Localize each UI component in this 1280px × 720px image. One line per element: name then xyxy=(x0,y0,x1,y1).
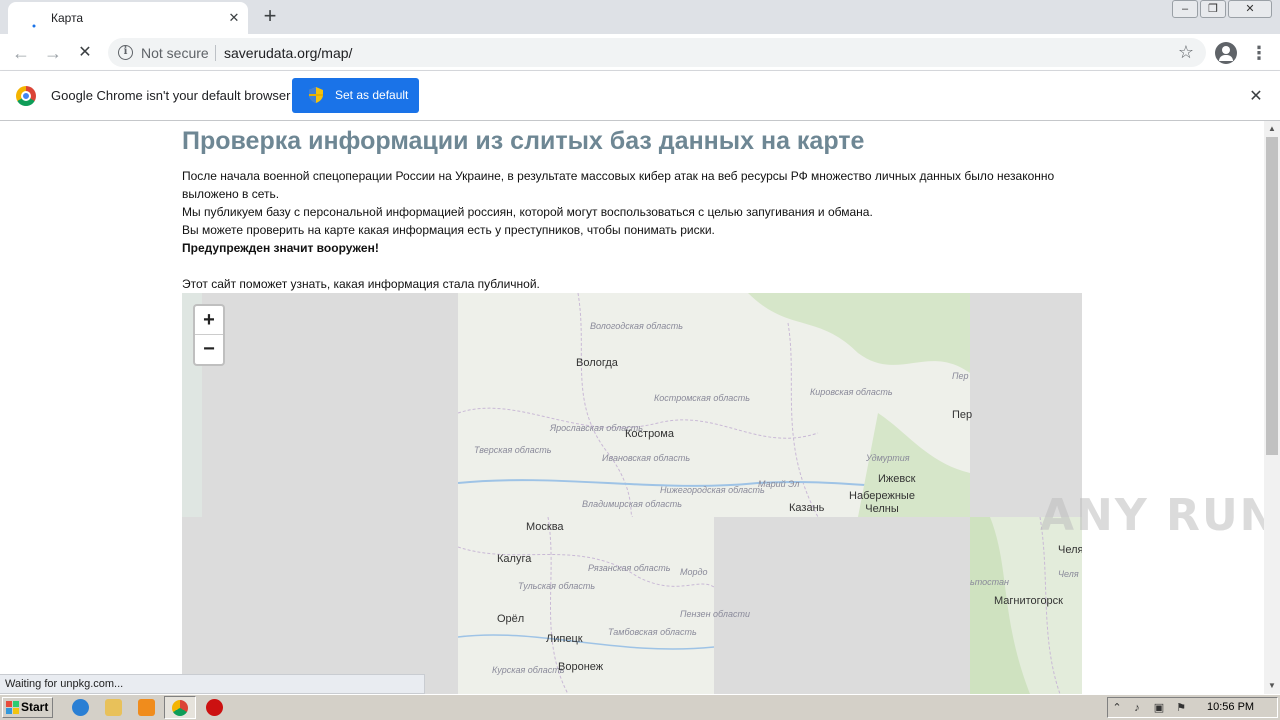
map-region-label: Тверская область xyxy=(474,445,552,455)
set-as-default-label: Set as default xyxy=(335,88,409,102)
default-browser-infobar: Google Chrome isn't your default browser… xyxy=(0,71,1280,121)
scroll-up-arrow-icon[interactable]: ▲ xyxy=(1264,121,1280,137)
info-icon[interactable]: i xyxy=(118,45,133,60)
chrome-logo-icon xyxy=(16,86,36,106)
intro-paragraph: После начала военной спецоперации России… xyxy=(182,169,1055,201)
address-separator xyxy=(215,45,216,61)
close-window-button[interactable]: ✕ xyxy=(1228,0,1272,18)
map-region-label: Удмуртия xyxy=(866,453,910,463)
map-region-label: Нижегородская область xyxy=(660,485,765,495)
map-region-label: Вологодская область xyxy=(590,321,683,331)
address-bar[interactable]: i Not secure saverudata.org/map/ ☆ xyxy=(108,38,1206,67)
zoom-control: + − xyxy=(193,304,225,366)
map-city-label: Челя xyxy=(1058,544,1082,556)
network-icon[interactable]: ▣ xyxy=(1152,701,1166,715)
map-container[interactable]: + − Вологодская область Костромская обла… xyxy=(182,293,1082,694)
map-region-label: Марий Эл xyxy=(758,479,800,489)
tab-active[interactable]: Карта ✕ xyxy=(8,2,248,34)
menu-dots-icon[interactable]: ⋮ xyxy=(1250,40,1268,66)
scrollbar-thumb[interactable] xyxy=(1266,137,1278,455)
map-region-label: Владимирская область xyxy=(582,499,682,509)
zoom-in-button[interactable]: + xyxy=(195,306,223,335)
loading-spinner-icon xyxy=(32,24,36,28)
zoom-out-button[interactable]: − xyxy=(195,335,223,364)
windows-flag-icon xyxy=(6,701,19,714)
page-content: Проверка информации из слитых баз данных… xyxy=(0,121,1264,694)
internet-explorer-icon[interactable] xyxy=(72,699,89,716)
windows-taskbar: Start ⌃ ♪ ▣ ⚑ 10:56 PM xyxy=(0,694,1280,720)
taskbar-chrome-button[interactable] xyxy=(164,696,196,719)
infobar-message: Google Chrome isn't your default browser xyxy=(51,88,291,103)
shield-icon xyxy=(309,87,323,103)
check-paragraph: Вы можете проверить на карте какая инфор… xyxy=(182,223,715,237)
chrome-taskbar-icon xyxy=(172,700,188,716)
map-region-label: Челя xyxy=(1058,569,1079,579)
stop-sign-icon[interactable] xyxy=(206,699,223,716)
start-button[interactable]: Start xyxy=(2,697,53,718)
map-region-label: Кировская область xyxy=(810,387,893,397)
media-player-icon[interactable] xyxy=(138,699,155,716)
volume-icon[interactable]: ♪ xyxy=(1130,701,1144,715)
browser-toolbar: ← → ✕ i Not secure saverudata.org/map/ ☆… xyxy=(0,34,1280,71)
map-city-label: Казань xyxy=(789,502,825,514)
watermark: ANY RUN xyxy=(1040,490,1279,541)
map-region-label: Пер xyxy=(952,371,969,381)
profile-avatar-icon[interactable] xyxy=(1215,42,1237,64)
map-region-label: Тамбовская область xyxy=(608,627,697,637)
map-city-label: Орёл xyxy=(497,613,525,625)
tab-close-icon[interactable]: ✕ xyxy=(225,9,243,27)
infobar-close-icon[interactable]: ✕ xyxy=(1246,86,1266,106)
map-region-label: Пензен области xyxy=(680,609,750,619)
map-city-label: Ижевск xyxy=(878,473,916,485)
stop-loading-icon[interactable]: ✕ xyxy=(72,40,98,66)
map-city-label: Воронеж xyxy=(558,661,604,673)
map-city-label: Пер xyxy=(952,409,973,421)
bookmark-star-icon[interactable]: ☆ xyxy=(1178,42,1194,63)
map-region-label: Курская область xyxy=(492,665,565,675)
url-text[interactable]: saverudata.org/map/ xyxy=(224,45,352,61)
map-region-label: Костромская область xyxy=(654,393,751,403)
map-region-label: Мордо xyxy=(680,567,708,577)
back-arrow-icon[interactable]: ← xyxy=(8,40,34,66)
map-region-label: Рязанская область xyxy=(588,563,671,573)
map-city-label: Липецк xyxy=(546,633,583,645)
tray-expand-icon[interactable]: ⌃ xyxy=(1110,701,1124,715)
map-region-label: Тульская область xyxy=(518,581,596,591)
page-title: Проверка информации из слитых баз данных… xyxy=(182,127,865,155)
tab-title: Карта xyxy=(51,11,84,25)
forward-arrow-icon[interactable]: → xyxy=(40,40,66,66)
system-tray: ⌃ ♪ ▣ ⚑ 10:56 PM xyxy=(1107,697,1278,718)
window-controls: – ❐ ✕ xyxy=(1172,0,1272,18)
status-bubble: Waiting for unpkg.com... xyxy=(0,674,425,694)
security-label[interactable]: Not secure xyxy=(141,45,209,61)
map-city-label: Вологда xyxy=(576,357,618,369)
folder-icon[interactable] xyxy=(105,699,122,716)
map-city-label: Магнитогорск xyxy=(994,595,1063,607)
scroll-down-arrow-icon[interactable]: ▼ xyxy=(1264,678,1280,694)
new-tab-button[interactable]: + xyxy=(258,5,282,29)
restore-button[interactable]: ❐ xyxy=(1200,0,1226,18)
minimize-button[interactable]: – xyxy=(1172,0,1198,18)
map-region-label: ьтостан xyxy=(970,577,1009,587)
map-city-label: Кострома xyxy=(625,428,674,440)
map-region-label: Ивановская область xyxy=(602,453,691,463)
map-city-label: Москва xyxy=(526,521,564,533)
page-scrollbar[interactable]: ▲ ▼ xyxy=(1264,121,1280,694)
map-city-label: Набережные Челны xyxy=(849,490,915,515)
flag-icon[interactable]: ⚑ xyxy=(1174,701,1188,715)
tab-strip: Карта ✕ + – ❐ ✕ xyxy=(0,0,1280,34)
warning-paragraph: Предупрежден значит вооружен! xyxy=(182,241,379,255)
map-city-label: Калуга xyxy=(497,553,532,565)
start-label: Start xyxy=(21,700,49,714)
publish-paragraph: Мы публикуем базу с персональной информа… xyxy=(182,205,873,219)
clock[interactable]: 10:56 PM xyxy=(1207,701,1254,713)
site-purpose-paragraph: Этот сайт поможет узнать, какая информац… xyxy=(182,277,540,291)
set-as-default-button[interactable]: Set as default xyxy=(292,78,419,113)
